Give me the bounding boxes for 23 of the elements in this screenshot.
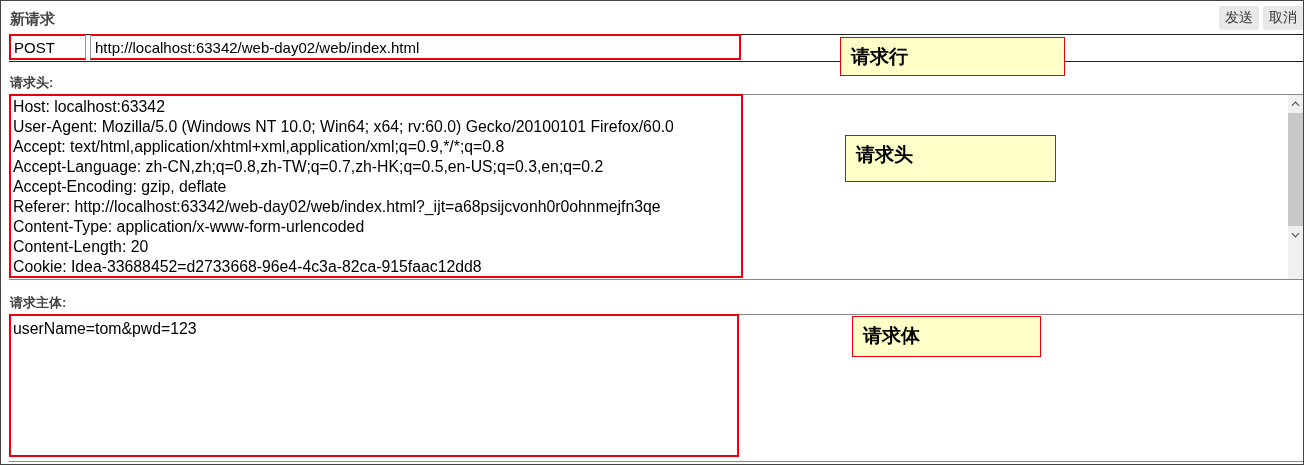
header-line: User-Agent: Mozilla/5.0 (Windows NT 10.0; Win64; x64; rv:60.0) Gecko/20100101 Firefox/60.0 — [13, 117, 675, 137]
section-label: 请求头: — [8, 74, 55, 92]
callout-note: 请求行 — [840, 37, 1065, 76]
header-line: Host: localhost:63342 — [13, 97, 166, 117]
section-label: 请求主体: — [8, 294, 68, 312]
panel-title: 新请求 — [10, 9, 55, 29]
header-line: Accept: text/html,application/xhtml+xml,application/xml;q=0.9,*/*;q=0.8 — [13, 137, 506, 157]
action-button[interactable]: 发送 — [1219, 6, 1259, 30]
header-line: Content-Length: 20 — [13, 237, 150, 257]
callout-note: 请求头 — [845, 135, 1056, 182]
header-line: Accept-Language: zh-CN,zh;q=0.8,zh-TW;q=0.7,zh-HK;q=0.5,en-US;q=0.3,en;q=0.2 — [13, 157, 605, 177]
header-line: Cookie: Idea-33688452=d2733668-96e4-4c3a-82ca-915faac12dd8 — [13, 257, 483, 277]
header-line: Accept-Encoding: gzip, deflate — [13, 177, 228, 197]
scrollbar[interactable] — [1288, 95, 1303, 279]
callout-note: 请求体 — [852, 316, 1041, 357]
method-field[interactable]: POST — [9, 34, 86, 60]
body-text: userName=tom&pwd=123 — [13, 320, 197, 337]
action-button[interactable]: 取消 — [1263, 6, 1303, 30]
header-line: Referer: http://localhost:63342/web-day02/web/index.html?_ijt=a68psijcvonh0r0ohnmejfn3qe — [13, 197, 662, 217]
url-field[interactable]: http://localhost:63342/web-day02/web/index.html — [90, 34, 741, 60]
scroll-down-icon[interactable] — [1291, 232, 1300, 238]
header-line: Content-Type: application/x-www-form-urlencoded — [13, 217, 366, 237]
scroll-up-icon[interactable] — [1291, 101, 1300, 107]
